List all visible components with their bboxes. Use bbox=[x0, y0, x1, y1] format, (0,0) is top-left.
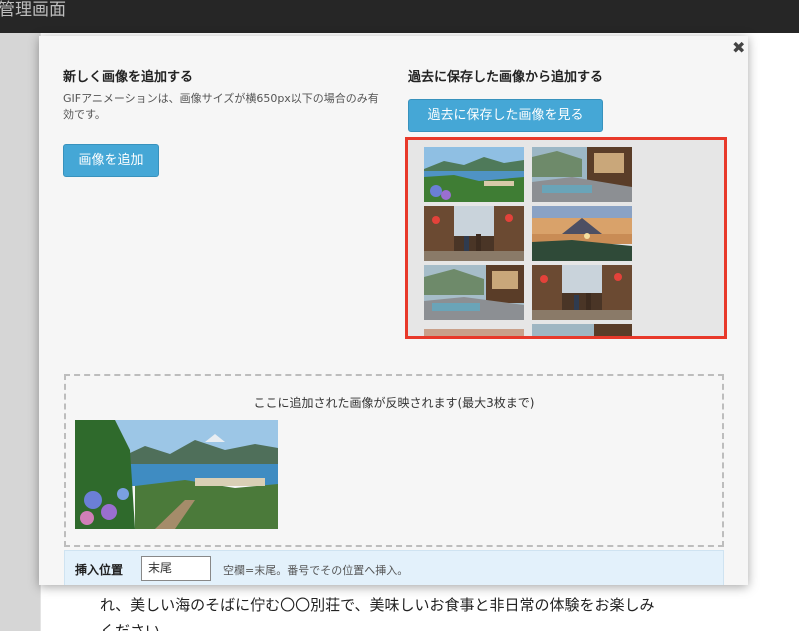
saved-image-thumbnail[interactable] bbox=[424, 265, 524, 320]
footbath-image bbox=[532, 147, 632, 202]
saved-image-thumbnail[interactable] bbox=[532, 265, 632, 320]
app-title: 管理画面 bbox=[0, 0, 66, 20]
sunset-bay-image bbox=[532, 206, 632, 261]
footbath-image bbox=[424, 265, 524, 320]
body-text-line: れ、美しい海のそばに佇む〇〇別荘で、美味しいお食事と非日常の体験をお楽しみ bbox=[100, 596, 655, 614]
close-icon[interactable]: ✖ bbox=[732, 38, 745, 57]
saved-image-thumbnail[interactable] bbox=[424, 206, 524, 261]
insert-position-label: 挿入位置 bbox=[75, 563, 124, 577]
saved-image-thumbnail[interactable] bbox=[424, 147, 524, 202]
body-text-line: ください。 bbox=[100, 622, 176, 631]
selected-image[interactable] bbox=[75, 420, 278, 529]
saved-image-thumbnail[interactable] bbox=[532, 324, 632, 336]
saved-image-thumbnail[interactable] bbox=[532, 206, 632, 261]
saved-images-heading: 過去に保存した画像から追加する bbox=[408, 70, 604, 85]
market-street-image bbox=[424, 206, 524, 261]
saved-images-panel[interactable] bbox=[405, 137, 727, 339]
coastal-image bbox=[75, 420, 278, 529]
new-image-heading: 新しく画像を追加する bbox=[63, 70, 194, 85]
saved-image-thumbnail[interactable] bbox=[424, 329, 524, 336]
sunset-image bbox=[424, 329, 524, 336]
top-bar: 管理画面 bbox=[0, 0, 799, 33]
footbath-image bbox=[532, 324, 632, 336]
selected-images-area[interactable]: ここに追加された画像が反映されます(最大3枚まで) bbox=[64, 374, 724, 547]
insert-position-bar: 挿入位置 末尾 空欄=末尾。番号でその位置へ挿入。 bbox=[64, 550, 724, 585]
view-saved-images-button[interactable]: 過去に保存した画像を見る bbox=[408, 99, 603, 132]
drop-area-label: ここに追加された画像が反映されます(最大3枚まで) bbox=[253, 396, 535, 410]
add-image-button[interactable]: 画像を追加 bbox=[63, 144, 159, 177]
insert-position-hint: 空欄=末尾。番号でその位置へ挿入。 bbox=[223, 564, 409, 577]
image-dialog: ✖ 新しく画像を追加する GIFアニメーションは、画像サイズが横650px以下の… bbox=[39, 36, 748, 585]
coastal-image bbox=[424, 147, 524, 202]
insert-position-input[interactable]: 末尾 bbox=[141, 556, 211, 581]
saved-image-thumbnail[interactable] bbox=[532, 147, 632, 202]
gif-note: GIFアニメーションは、画像サイズが横650px以下の場合のみ有効です。 bbox=[63, 92, 379, 121]
market-street-image bbox=[532, 265, 632, 320]
